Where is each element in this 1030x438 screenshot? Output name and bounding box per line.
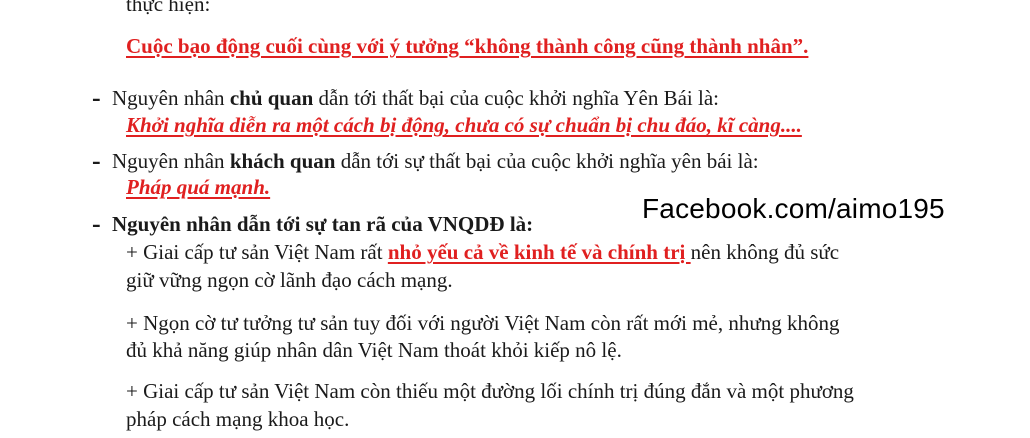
question-prefix: Nguyên nhân <box>112 86 230 110</box>
p1-highlight: nhỏ yếu cả về kinh tế và chính trị <box>387 240 691 264</box>
p1-text-a: + Giai cấp tư sản Việt Nam rất <box>126 240 388 264</box>
paragraph-3-line-2: pháp cách mạng khoa học. <box>126 407 350 431</box>
partial-top-line: thực hiện: <box>126 0 211 16</box>
paragraph-3-line-1: + Giai cấp tư sản Việt Nam còn thiếu một… <box>126 379 854 403</box>
paragraph-2-line-2: đủ khả năng giúp nhân dân Việt Nam thoát… <box>126 338 622 362</box>
answer-text: Cuộc bạo động cuối cùng với ý tưởng “khô… <box>126 34 809 58</box>
question-objective-cause: Nguyên nhân khách quan dẫn tới sự thất b… <box>112 148 759 174</box>
bullet-dash: - <box>92 146 101 175</box>
paragraph-2-line-1: + Ngọn cờ tư tưởng tư sản tuy đối với ng… <box>126 311 840 335</box>
p1-text-b: nên không đủ sức <box>690 240 840 264</box>
answer-text: Pháp quá mạnh. <box>126 175 271 199</box>
facebook-watermark: Facebook.com/aimo195 <box>642 193 945 224</box>
question-suffix: dẫn tới thất bại của cuộc khởi nghĩa Yên… <box>313 86 720 110</box>
bullet-dash: - <box>92 209 101 238</box>
question-bold: khách quan <box>229 149 336 173</box>
question-subjective-cause: Nguyên nhân chủ quan dẫn tới thất bại củ… <box>112 85 719 111</box>
answer-text: Khởi nghĩa diễn ra một cách bị động, chư… <box>126 113 802 137</box>
answer-subjective-cause: Khởi nghĩa diễn ra một cách bị động, chư… <box>126 112 802 138</box>
paragraph-1-line-2: giữ vững ngọn cờ lãnh đạo cách mạng. <box>126 268 453 292</box>
question-prefix: Nguyên nhân <box>112 149 230 173</box>
bullet-dash: - <box>92 83 101 112</box>
question-bold: chủ quan <box>229 86 314 110</box>
heading-dissolution-cause: Nguyên nhân dẫn tới sự tan rã của VNQDĐ … <box>112 212 534 236</box>
question-suffix: dẫn tới sự thất bại của cuộc khởi nghĩa … <box>335 149 759 173</box>
paragraph-1-line-1: + Giai cấp tư sản Việt Nam rất nhỏ yếu c… <box>126 239 839 265</box>
answer-objective-cause: Pháp quá mạnh. <box>126 174 270 200</box>
answer-last-uprising: Cuộc bạo động cuối cùng với ý tưởng “khô… <box>126 33 808 59</box>
